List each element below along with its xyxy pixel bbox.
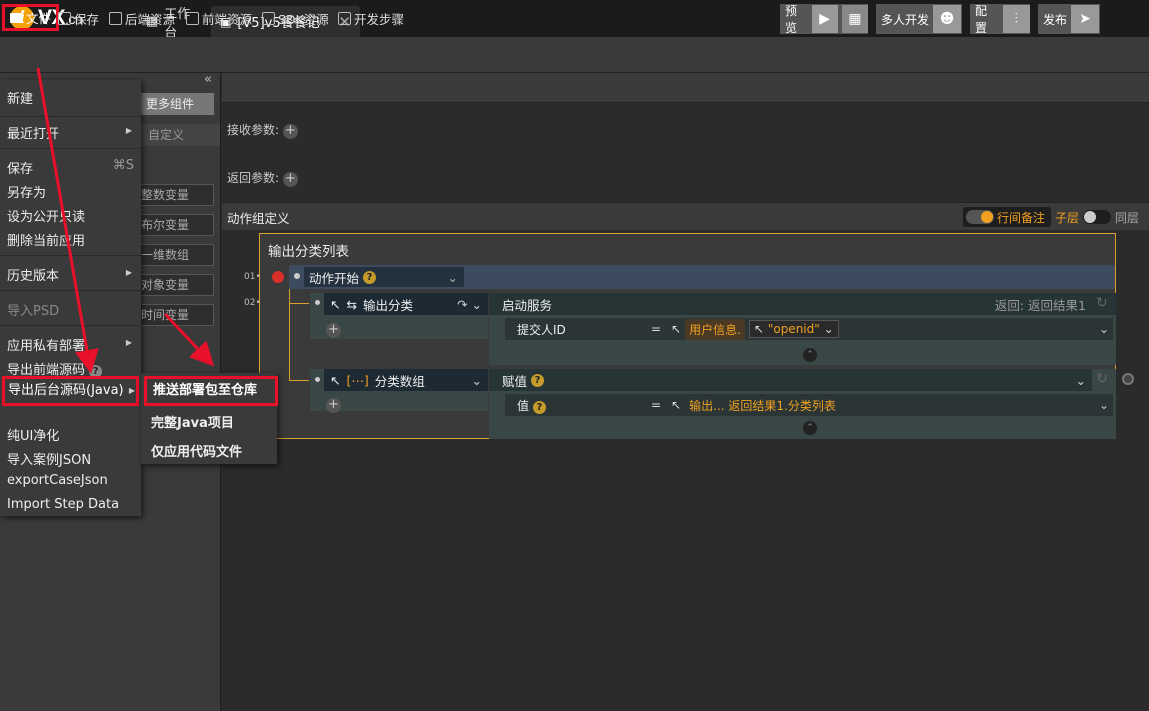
app-window: i VX.cn ▦ 工作台 ▣ [V5]v5餐餐记 ✕ 文件 保存 后端资源 前… (0, 0, 1149, 711)
arrow-to-push (163, 312, 215, 367)
annotation-arrows (36, 67, 215, 374)
arrow-to-export (36, 67, 99, 374)
